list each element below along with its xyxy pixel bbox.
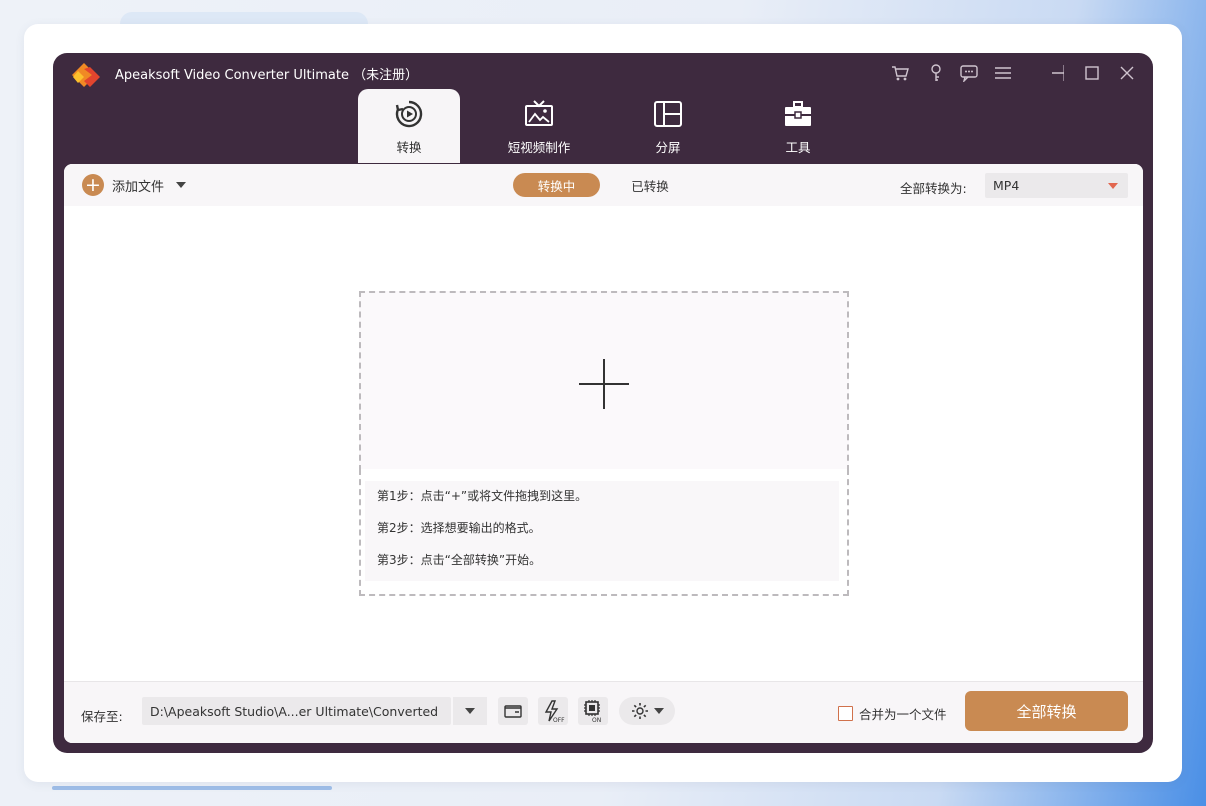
svg-text:ON: ON bbox=[592, 717, 601, 723]
main-panel: + 添加文件 转换中 已转换 全部转换为: MP4 第1步：点击“+”或将文件拖… bbox=[64, 164, 1143, 743]
tab-label: 分屏 bbox=[655, 140, 681, 155]
toolbox-icon bbox=[785, 101, 811, 126]
chevron-down-icon[interactable] bbox=[176, 182, 187, 188]
save-to-label: 保存至: bbox=[81, 709, 123, 724]
feedback-icon[interactable] bbox=[958, 62, 980, 84]
folder-icon bbox=[504, 705, 522, 718]
tab-short-video[interactable]: 短视频制作 bbox=[488, 89, 590, 163]
merge-label: 合并为一个文件 bbox=[859, 707, 947, 722]
chevron-down-icon bbox=[1108, 183, 1118, 189]
hardware-accel-off-button[interactable]: OFF bbox=[538, 697, 568, 725]
window-title: Apeaksoft Video Converter Ultimate （未注册） bbox=[115, 68, 419, 83]
output-path-value: D:\Apeaksoft Studio\A...er Ultimate\Conv… bbox=[150, 704, 439, 719]
tab-convert[interactable]: 转换 bbox=[358, 89, 460, 163]
tab-split-screen[interactable]: 分屏 bbox=[617, 89, 719, 163]
segment-converting[interactable]: 转换中 bbox=[513, 173, 600, 197]
add-file-button[interactable]: + 添加文件 bbox=[82, 174, 187, 196]
checkbox[interactable] bbox=[838, 706, 853, 721]
key-icon[interactable] bbox=[925, 62, 947, 84]
step-2: 第2步：选择想要输出的格式。 bbox=[377, 521, 541, 535]
open-folder-button[interactable] bbox=[498, 697, 528, 725]
tab-label: 转换 bbox=[396, 140, 422, 155]
svg-text:OFF: OFF bbox=[553, 717, 565, 723]
convert-all-to-label: 全部转换为: bbox=[900, 181, 967, 196]
cart-icon[interactable] bbox=[889, 62, 911, 84]
maximize-icon[interactable] bbox=[1081, 62, 1103, 84]
gear-icon bbox=[632, 703, 648, 719]
output-format-select[interactable]: MP4 bbox=[985, 173, 1128, 198]
split-screen-icon bbox=[654, 101, 682, 127]
gpu-on-button[interactable]: ON bbox=[578, 697, 608, 725]
output-path-field[interactable]: D:\Apeaksoft Studio\A...er Ultimate\Conv… bbox=[142, 697, 451, 725]
step-3: 第3步：点击“全部转换”开始。 bbox=[377, 553, 542, 567]
instructions-panel: 第1步：点击“+”或将文件拖拽到这里。 第2步：选择想要输出的格式。 第3步：点… bbox=[359, 469, 849, 596]
plus-icon: + bbox=[82, 174, 104, 196]
convert-icon bbox=[395, 100, 423, 128]
add-plus-icon[interactable] bbox=[579, 359, 629, 409]
chevron-down-icon bbox=[654, 708, 664, 714]
add-file-label: 添加文件 bbox=[112, 179, 165, 195]
lightning-off-icon: OFF bbox=[544, 700, 565, 723]
minimize-icon[interactable] bbox=[1047, 62, 1069, 84]
tab-tools[interactable]: 工具 bbox=[747, 89, 849, 163]
menu-icon[interactable] bbox=[992, 62, 1014, 84]
app-window: Apeaksoft Video Converter Ultimate （未注册）… bbox=[53, 53, 1153, 753]
format-value: MP4 bbox=[993, 178, 1020, 193]
convert-all-button[interactable]: 全部转换 bbox=[965, 691, 1128, 731]
close-icon[interactable] bbox=[1116, 62, 1138, 84]
chip-on-icon: ON bbox=[584, 700, 601, 723]
app-logo-icon bbox=[72, 63, 100, 87]
step-1: 第1步：点击“+”或将文件拖拽到这里。 bbox=[377, 489, 588, 503]
file-drop-zone[interactable] bbox=[359, 291, 849, 471]
chevron-down-icon bbox=[465, 708, 475, 714]
bottom-bar: 保存至: D:\Apeaksoft Studio\A...er Ultimate… bbox=[64, 681, 1143, 743]
path-dropdown-button[interactable] bbox=[453, 697, 487, 725]
merge-into-one-file-checkbox[interactable]: 合并为一个文件 bbox=[838, 704, 947, 723]
tab-label: 短视频制作 bbox=[507, 140, 571, 155]
tv-icon bbox=[525, 100, 553, 126]
toolbar: + 添加文件 转换中 已转换 全部转换为: MP4 bbox=[64, 164, 1143, 206]
settings-button[interactable] bbox=[619, 697, 675, 725]
segment-converted[interactable]: 已转换 bbox=[620, 173, 680, 197]
tab-label: 工具 bbox=[785, 140, 811, 155]
background-line bbox=[52, 786, 332, 790]
